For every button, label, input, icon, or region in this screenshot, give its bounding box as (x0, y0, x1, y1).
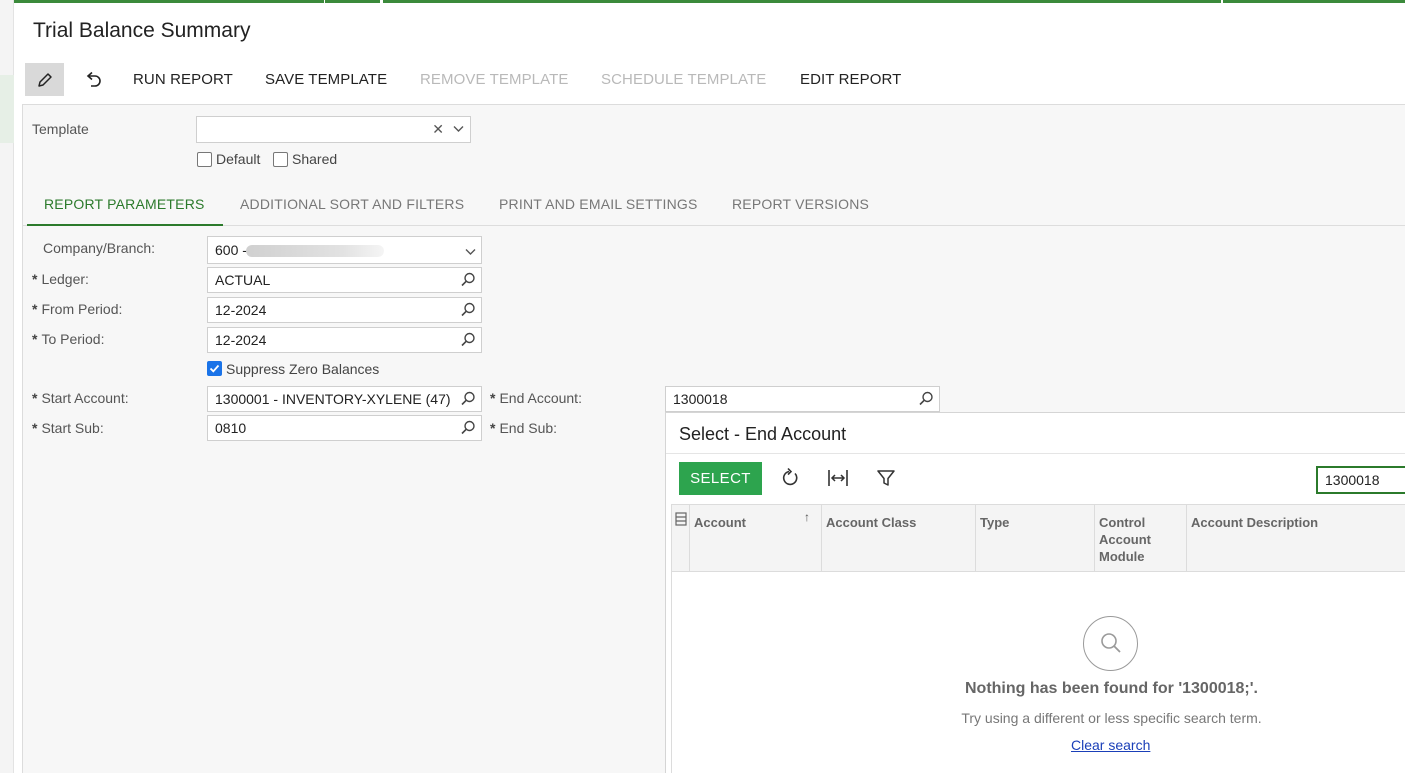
page-title: Trial Balance Summary (33, 19, 251, 42)
ledger-value: ACTUAL (215, 272, 271, 288)
company-branch-select[interactable]: 600 - (207, 236, 482, 264)
active-tab-indicator (27, 224, 223, 226)
tab-report-parameters[interactable]: REPORT PARAMETERS (44, 196, 205, 212)
refresh-button[interactable] (778, 466, 802, 490)
chevron-down-icon (465, 249, 476, 255)
fit-columns-icon (828, 470, 848, 486)
template-label: Template (32, 121, 89, 137)
undo-button[interactable] (77, 63, 109, 96)
undo-icon (86, 71, 101, 87)
dialog-search-input[interactable]: 1300018 (1316, 466, 1405, 494)
column-header-type[interactable]: Type (980, 514, 1009, 531)
company-branch-value: 600 - (215, 242, 247, 258)
search-icon[interactable] (459, 419, 477, 437)
tabs-divider (22, 225, 1405, 226)
grid-header: Account ↑ Account Class Type Control Acc… (671, 504, 1405, 572)
edit-report-button[interactable]: EDIT REPORT (800, 64, 901, 96)
search-icon[interactable] (917, 390, 935, 408)
search-icon[interactable] (459, 301, 477, 319)
suppress-zero-label: Suppress Zero Balances (226, 361, 380, 377)
shared-checkbox[interactable] (273, 152, 288, 167)
end-account-value: 1300018 (673, 391, 728, 407)
redacted-branch-name (246, 245, 384, 257)
to-period-input[interactable]: 12-2024 (207, 327, 482, 353)
pencil-icon (37, 72, 52, 87)
refresh-icon (782, 467, 798, 486)
from-period-label: * From Period: (32, 301, 123, 317)
clear-search-link[interactable]: Clear search (1071, 737, 1150, 753)
default-checkbox[interactable] (197, 152, 212, 167)
filter-icon (877, 470, 895, 486)
run-report-button[interactable]: RUN REPORT (133, 64, 233, 96)
start-account-value: 1300001 - INVENTORY-XYLENE (47) (215, 391, 451, 407)
chevron-down-icon[interactable] (453, 125, 464, 133)
from-period-value: 12-2024 (215, 302, 267, 318)
ledger-input[interactable]: ACTUAL (207, 267, 482, 293)
filter-button[interactable] (874, 466, 898, 490)
checkmark-icon (209, 364, 220, 373)
default-label: Default (216, 151, 261, 167)
sort-ascending-icon: ↑ (804, 510, 810, 524)
tab-report-versions[interactable]: REPORT VERSIONS (732, 196, 869, 212)
start-account-input[interactable]: 1300001 - INVENTORY-XYLENE (47) (207, 386, 482, 412)
end-sub-label: * End Sub: (490, 420, 558, 436)
start-sub-value: 0810 (215, 420, 247, 436)
edit-button[interactable] (25, 63, 64, 96)
dialog-divider (666, 453, 1405, 454)
column-header-account[interactable]: Account (694, 514, 746, 531)
end-account-label: * End Account: (490, 390, 582, 406)
company-branch-label: Company/Branch: (43, 240, 156, 256)
grid-border (671, 504, 672, 773)
save-template-button[interactable]: SAVE TEMPLATE (265, 64, 387, 96)
empty-state-subtitle: Try using a different or less specific s… (961, 710, 1262, 726)
end-account-input[interactable]: 1300018 (665, 386, 940, 412)
remove-template-button[interactable]: REMOVE TEMPLATE (420, 64, 568, 96)
suppress-zero-checkbox[interactable] (207, 361, 222, 376)
search-icon[interactable] (459, 271, 477, 289)
ledger-label: * Ledger: (32, 271, 89, 287)
empty-state-title: Nothing has been found for '1300018;'. (965, 680, 1258, 697)
start-account-label: * Start Account: (32, 390, 129, 406)
shared-label: Shared (292, 151, 338, 167)
start-sub-input[interactable]: 0810 (207, 415, 482, 441)
from-period-input[interactable]: 12-2024 (207, 297, 482, 323)
schedule-template-button[interactable]: SCHEDULE TEMPLATE (601, 64, 766, 96)
tab-print-and-email-settings[interactable]: PRINT AND EMAIL SETTINGS (499, 196, 698, 212)
column-header-control-account-module[interactable]: Control Account Module (1099, 514, 1179, 565)
clear-icon[interactable]: ✕ (432, 121, 444, 137)
top-accent-bar (0, 0, 1405, 3)
select-button[interactable]: SELECT (679, 462, 762, 495)
column-header-account-class[interactable]: Account Class (826, 514, 916, 531)
column-header-account-description[interactable]: Account Description (1191, 514, 1318, 531)
dialog-title: Select - End Account (679, 424, 847, 444)
search-icon[interactable] (459, 390, 477, 408)
fit-columns-button[interactable] (826, 466, 850, 490)
to-period-value: 12-2024 (215, 332, 267, 348)
column-chooser-icon[interactable] (675, 512, 687, 526)
search-icon[interactable] (459, 331, 477, 349)
template-select[interactable]: ✕ (196, 116, 471, 143)
start-sub-label: * Start Sub: (32, 420, 104, 436)
tab-additional-sort-and-filters[interactable]: ADDITIONAL SORT AND FILTERS (240, 196, 464, 212)
left-nav-strip (0, 0, 14, 773)
to-period-label: * To Period: (32, 331, 105, 347)
empty-state-search-icon (1083, 616, 1138, 671)
